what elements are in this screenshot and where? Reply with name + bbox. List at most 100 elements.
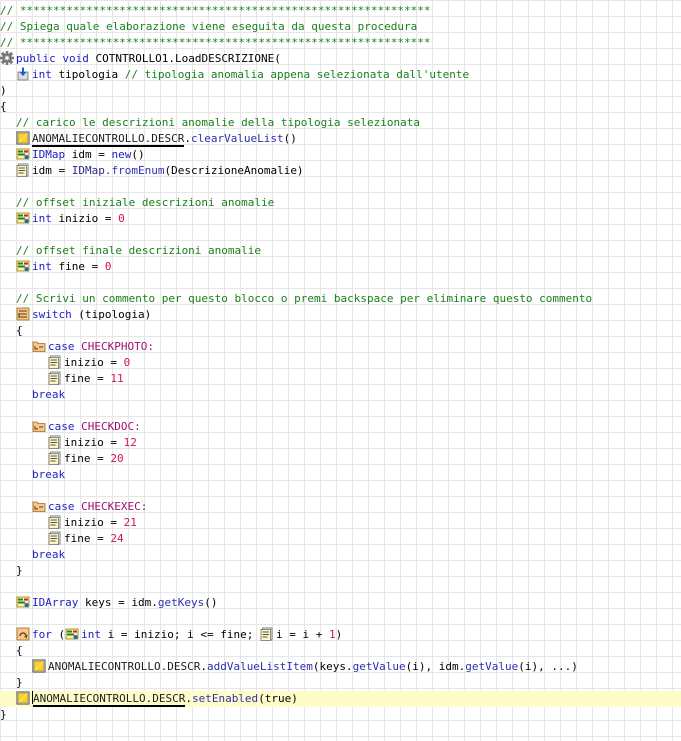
code-token: (tipologia) xyxy=(78,308,152,321)
code-line[interactable] xyxy=(0,483,681,499)
code-line[interactable]: // Scrivi un commento per questo blocco … xyxy=(0,291,681,307)
code-line[interactable]: idm = IDMap.fromEnum(DescrizioneAnomalie… xyxy=(0,163,681,179)
code-line[interactable]: // *************************************… xyxy=(0,35,681,51)
code-line[interactable]: public void COTNTROLLO1.LoadDESCRIZIONE( xyxy=(0,51,681,67)
code-token: CHECKEXEC: xyxy=(81,500,148,513)
code-token: case xyxy=(48,420,82,433)
code-line[interactable]: int inizio = 0 xyxy=(0,211,681,227)
code-token: () xyxy=(283,132,297,145)
code-line[interactable] xyxy=(0,179,681,195)
code-line[interactable] xyxy=(0,579,681,595)
code-line[interactable]: IDArray keys = idm.getKeys() xyxy=(0,595,681,611)
variable-icon[interactable] xyxy=(16,259,30,273)
code-line[interactable]: int fine = 0 xyxy=(0,259,681,275)
code-token: public void xyxy=(16,52,96,65)
code-line[interactable]: ANOMALIECONTROLLO.DESCR.clearValueList() xyxy=(0,131,681,147)
variable-icon[interactable] xyxy=(16,211,30,225)
case-icon[interactable] xyxy=(32,339,46,353)
code-token: ( xyxy=(58,628,66,641)
code-line[interactable]: } xyxy=(0,707,681,723)
code-token: idm = xyxy=(32,164,72,177)
code-token: getValue xyxy=(352,660,406,673)
code-token: IDArray xyxy=(32,596,85,609)
code-line[interactable]: // offset iniziale descrizioni anomalie xyxy=(0,195,681,211)
code-line[interactable]: // carico le descrizioni anomalie della … xyxy=(0,115,681,131)
field-call-icon[interactable] xyxy=(32,659,46,673)
assignment-icon[interactable] xyxy=(48,531,62,545)
code-line[interactable]: inizio = 12 xyxy=(0,435,681,451)
code-token: 1 xyxy=(328,628,336,641)
case-icon[interactable] xyxy=(32,499,46,513)
code-line[interactable]: { xyxy=(0,99,681,115)
assignment-icon[interactable] xyxy=(48,355,62,369)
switch-icon[interactable] xyxy=(16,307,30,321)
code-token: // offset finale descrizioni anomalie xyxy=(16,244,262,257)
code-line[interactable]: break xyxy=(0,547,681,563)
loop-icon[interactable] xyxy=(16,627,30,641)
parameter-icon[interactable] xyxy=(16,67,30,81)
code-line[interactable] xyxy=(0,403,681,419)
assignment-icon[interactable] xyxy=(48,435,62,449)
code-token: int xyxy=(32,68,59,81)
code-token: case xyxy=(48,340,82,353)
field-call-icon[interactable] xyxy=(16,691,30,705)
code-line[interactable]: // *************************************… xyxy=(0,3,681,19)
code-line[interactable]: { xyxy=(0,323,681,339)
code-line[interactable]: IDMap idm = new() xyxy=(0,147,681,163)
code-line-current[interactable]: ANOMALIECONTROLLO.DESCR.setEnabled(true) xyxy=(0,691,681,707)
code-line[interactable]: switch (tipologia) xyxy=(0,307,681,323)
code-line[interactable]: int tipologia // tipologia anomalia appe… xyxy=(0,67,681,83)
code-token: int xyxy=(32,212,59,225)
assignment-icon[interactable] xyxy=(48,515,62,529)
assignment-icon[interactable] xyxy=(260,627,274,641)
code-line[interactable]: break xyxy=(0,467,681,483)
code-line[interactable]: case CHECKEXEC: xyxy=(0,499,681,515)
code-line[interactable]: break xyxy=(0,387,681,403)
code-line[interactable]: // offset finale descrizioni anomalie xyxy=(0,243,681,259)
assignment-icon[interactable] xyxy=(48,371,62,385)
code-token: } xyxy=(16,564,23,577)
code-line[interactable]: } xyxy=(0,675,681,691)
code-token: // Spiega quale elaborazione viene esegu… xyxy=(0,20,418,33)
code-token: 24 xyxy=(110,532,124,545)
code-line[interactable]: for (int i = inizio; i <= fine; i = i + … xyxy=(0,627,681,643)
assignment-icon[interactable] xyxy=(48,451,62,465)
code-line[interactable] xyxy=(0,275,681,291)
case-icon[interactable] xyxy=(32,419,46,433)
code-line[interactable]: inizio = 0 xyxy=(0,355,681,371)
assignment-icon[interactable] xyxy=(16,163,30,177)
code-token: idm. xyxy=(131,596,158,609)
code-token: fine = xyxy=(64,372,111,385)
code-line[interactable]: case CHECKDOC: xyxy=(0,419,681,435)
code-line[interactable]: fine = 20 xyxy=(0,451,681,467)
code-line[interactable] xyxy=(0,611,681,627)
code-line[interactable]: ) xyxy=(0,83,681,99)
code-line[interactable]: { xyxy=(0,643,681,659)
code-token: inizio = xyxy=(64,516,124,529)
variable-icon[interactable] xyxy=(65,627,79,641)
code-line[interactable]: } xyxy=(0,563,681,579)
code-line[interactable]: // Spiega quale elaborazione viene esegu… xyxy=(0,19,681,35)
code-editor[interactable]: // *************************************… xyxy=(0,0,681,741)
code-line[interactable] xyxy=(0,227,681,243)
code-token: ANOMALIECONTROLLO.DESCR xyxy=(32,132,185,147)
code-token: ANOMALIECONTROLLO.DESCR xyxy=(33,692,186,707)
code-line[interactable]: fine = 11 xyxy=(0,371,681,387)
code-token: inizio = xyxy=(64,356,124,369)
variable-icon[interactable] xyxy=(16,595,30,609)
code-line[interactable]: case CHECKPHOTO: xyxy=(0,339,681,355)
code-token: tipologia xyxy=(58,68,125,81)
code-token: . xyxy=(200,660,207,673)
code-token: 0 xyxy=(123,356,131,369)
variable-icon[interactable] xyxy=(16,147,30,161)
code-line[interactable]: fine = 24 xyxy=(0,531,681,547)
code-token: int xyxy=(81,628,108,641)
field-call-icon[interactable] xyxy=(16,131,30,145)
code-token: } xyxy=(0,708,7,721)
code-token: fromEnum xyxy=(111,164,165,177)
gear-icon[interactable] xyxy=(0,51,14,65)
code-line[interactable]: inizio = 21 xyxy=(0,515,681,531)
code-token: new xyxy=(111,148,132,161)
code-line[interactable]: ANOMALIECONTROLLO.DESCR.addValueListItem… xyxy=(0,659,681,675)
code-token: // offset iniziale descrizioni anomalie xyxy=(16,196,275,209)
